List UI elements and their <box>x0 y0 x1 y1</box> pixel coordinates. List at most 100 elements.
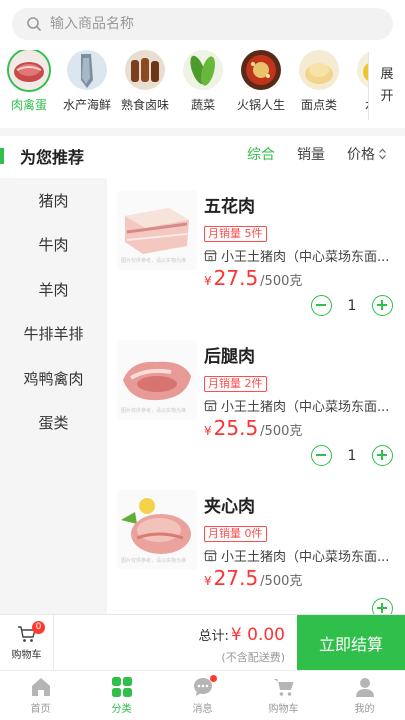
shop-info[interactable]: 小王土猪肉（中心菜场东面... <box>204 546 399 565</box>
price-value: 25.5 <box>213 416 259 440</box>
sort-price[interactable]: 价格 <box>347 144 387 164</box>
checkout-button[interactable]: 立即结算 <box>297 615 405 671</box>
product-card[interactable]: 图片仅供参考，请以实物为准 后腿肉 月销量 2件 小王土猪肉（中心菜场东面...… <box>107 328 405 478</box>
price-currency: ¥ <box>204 274 212 288</box>
category-seafood[interactable]: 水产海鲜 <box>58 50 116 120</box>
product-list: 图片仅供参考，请以实物为准 五花肉 月销量 5件 小王土猪肉（中心菜场东面...… <box>107 178 405 614</box>
profile-icon <box>355 678 374 697</box>
shop-name: 小王土猪肉（中心菜场东面... <box>221 400 390 415</box>
category-icon <box>111 677 132 697</box>
order-total: 总计: ¥ 0.00 (不含配送费) <box>199 625 285 665</box>
cart-count-badge: 0 <box>32 621 45 634</box>
fruit-thumb <box>357 50 368 90</box>
app-page: 肉禽蛋 水产海鲜 熟食卤味 蔬菜 火锅人生 <box>0 0 405 720</box>
category-vegetable[interactable]: 蔬菜 <box>174 50 232 120</box>
shop-icon <box>204 250 217 262</box>
category-label: 蔬菜 <box>190 98 215 112</box>
bun-thumb <box>299 50 339 90</box>
category-label: 肉禽蛋 <box>10 98 47 112</box>
category-fruit[interactable]: 水果 <box>348 50 368 120</box>
tab-messages[interactable]: 消息 <box>162 671 243 720</box>
product-image[interactable]: 图片仅供参考，请以实物为准 <box>117 490 197 570</box>
increase-button[interactable] <box>372 445 393 466</box>
shop-name: 小王土猪肉（中心菜场东面... <box>221 250 390 265</box>
tab-label: 购物车 <box>268 704 299 715</box>
sort-comprehensive[interactable]: 综合 <box>247 144 275 164</box>
tab-category[interactable]: 分类 <box>81 671 162 720</box>
tab-cart[interactable]: 购物车 <box>243 671 324 720</box>
product-card[interactable]: 图片仅供参考，请以实物为准 夹心肉 月销量 0件 小王土猪肉（中心菜场东面...… <box>107 478 405 614</box>
decrease-button[interactable] <box>311 295 332 316</box>
product-card[interactable]: 图片仅供参考，请以实物为准 五花肉 月销量 5件 小王土猪肉（中心菜场东面...… <box>107 178 405 328</box>
cart-icon <box>273 679 293 696</box>
sidebar-item-pork[interactable]: 猪肉 <box>0 178 107 223</box>
increase-button[interactable] <box>372 295 393 316</box>
tab-label: 首页 <box>30 704 51 715</box>
category-deli[interactable]: 熟食卤味 <box>116 50 174 120</box>
category-label: 火锅人生 <box>236 98 285 112</box>
quantity-stepper: 1 <box>311 445 393 466</box>
shop-name: 小王土猪肉（中心菜场东面... <box>221 550 390 565</box>
home-icon <box>31 678 50 696</box>
shop-icon <box>204 400 217 412</box>
expand-label: 展 <box>380 67 394 82</box>
recommend-header: 为您推荐 综合 销量 价格 <box>0 140 405 174</box>
tab-label: 消息 <box>192 704 213 715</box>
monthly-sales-badge: 月销量 0件 <box>204 526 267 542</box>
monthly-sales-badge: 月销量 5件 <box>204 226 267 242</box>
sidebar-item-eggs[interactable]: 蛋类 <box>0 401 107 446</box>
category-hotpot[interactable]: 火锅人生 <box>232 50 290 120</box>
price-value: 27.5 <box>213 566 259 590</box>
tab-home[interactable]: 首页 <box>0 671 81 720</box>
expand-categories-button[interactable]: 展 开 <box>368 52 405 120</box>
product-price: ¥ 27.5 /500克 <box>204 566 302 590</box>
bottom-tab-bar: 首页 分类 消息 购物车 我的 <box>0 670 405 720</box>
search-bar[interactable] <box>12 8 393 40</box>
product-name: 五花肉 <box>204 197 255 217</box>
search-input[interactable] <box>50 16 350 32</box>
category-label: 面点类 <box>300 98 337 112</box>
sort-sales[interactable]: 销量 <box>297 144 325 164</box>
total-label: 总计: <box>198 629 229 644</box>
sidebar-item-poultry[interactable]: 鸡鸭禽肉 <box>0 356 107 401</box>
shop-info[interactable]: 小王土猪肉（中心菜场东面... <box>204 396 399 415</box>
sidebar-item-lamb[interactable]: 羊肉 <box>0 267 107 312</box>
decrease-button[interactable] <box>311 445 332 466</box>
product-image[interactable]: 图片仅供参考，请以实物为准 <box>117 190 197 270</box>
monthly-sales-badge: 月销量 2件 <box>204 376 267 392</box>
price-value: 27.5 <box>213 266 259 290</box>
category-meat[interactable]: 肉禽蛋 <box>0 50 58 120</box>
subcategory-sidebar: 猪肉 牛肉 羊肉 牛排羊排 鸡鸭禽肉 蛋类 <box>0 178 107 614</box>
sidebar-item-steak[interactable]: 牛排羊排 <box>0 312 107 357</box>
add-to-cart-button[interactable] <box>372 598 393 614</box>
tab-label: 我的 <box>354 704 375 715</box>
quantity-stepper: 1 <box>311 295 393 316</box>
image-watermark: 图片仅供参考，请以实物为准 <box>121 408 187 414</box>
quantity-stepper <box>372 598 393 614</box>
fish-thumb <box>67 50 107 90</box>
category-label: 熟食卤味 <box>120 98 169 112</box>
sidebar-item-beef[interactable]: 牛肉 <box>0 223 107 268</box>
price-unit: /500克 <box>260 274 303 289</box>
tab-profile[interactable]: 我的 <box>324 671 405 720</box>
product-name: 后腿肉 <box>204 347 255 367</box>
product-image[interactable]: 图片仅供参考，请以实物为准 <box>117 340 197 420</box>
sort-price-label: 价格 <box>347 147 375 163</box>
total-amount: ¥ 0.00 <box>230 625 285 645</box>
section-title: 为您推荐 <box>20 148 85 167</box>
price-currency: ¥ <box>204 424 212 438</box>
sort-arrows-icon <box>379 148 386 160</box>
expand-label: 开 <box>380 89 394 104</box>
section-divider <box>0 128 405 136</box>
cart-label: 购物车 <box>11 650 42 661</box>
meat-thumb <box>9 50 49 90</box>
image-watermark: 图片仅供参考，请以实物为准 <box>121 558 187 564</box>
image-watermark: 图片仅供参考，请以实物为准 <box>121 258 187 264</box>
price-currency: ¥ <box>204 574 212 588</box>
price-unit: /500克 <box>260 424 303 439</box>
shop-info[interactable]: 小王土猪肉（中心菜场东面... <box>204 246 399 265</box>
accent-bar <box>0 148 4 164</box>
unread-dot <box>209 675 217 682</box>
cart-button[interactable]: 购物车 0 <box>0 615 54 671</box>
category-pastry[interactable]: 面点类 <box>290 50 348 120</box>
